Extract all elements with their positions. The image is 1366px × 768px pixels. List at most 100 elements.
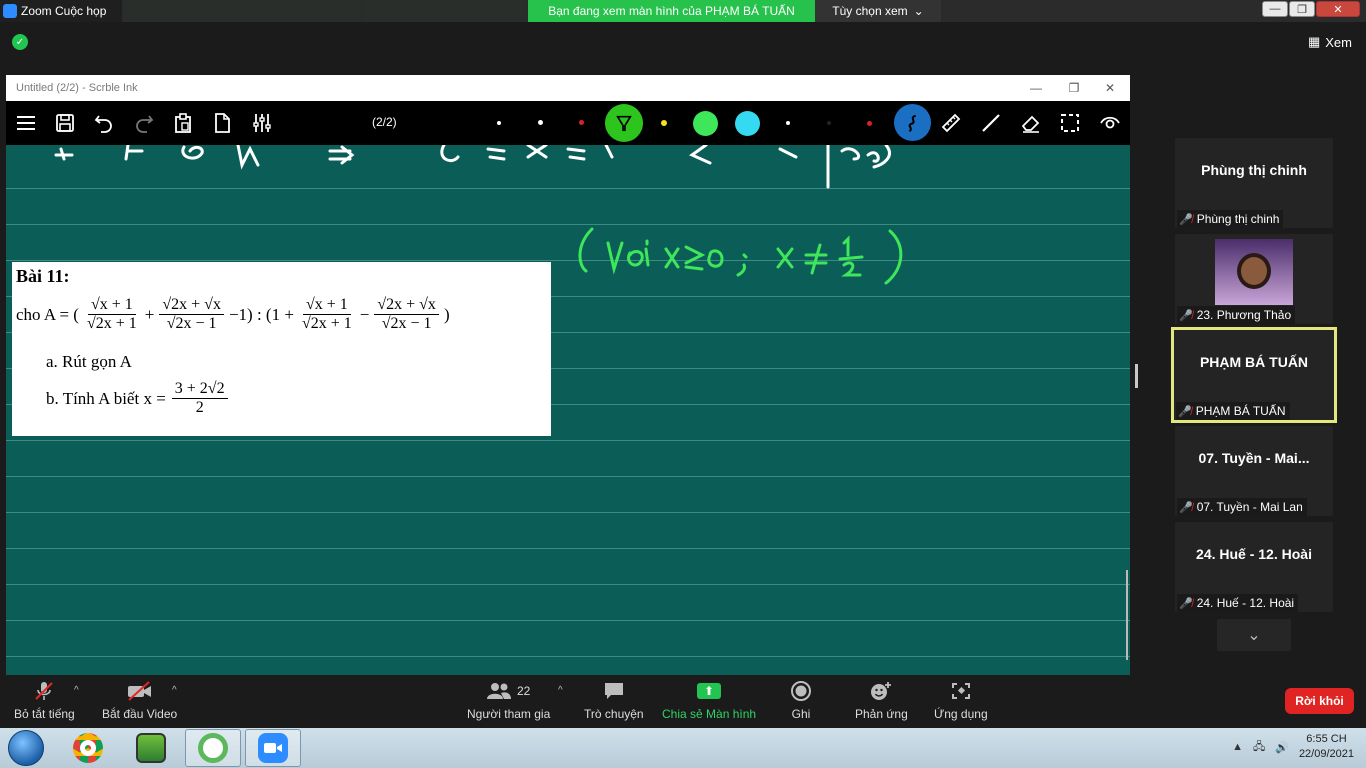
taskbar-chrome[interactable] <box>60 729 116 767</box>
view-button[interactable]: ▦ Xem <box>1308 34 1352 50</box>
pen-color-yellow[interactable] <box>661 120 667 126</box>
share-screen-label: Chia sẻ Màn hình <box>662 707 757 721</box>
chevron-down-icon: ⌄ <box>913 4 924 18</box>
pen-size-dot[interactable] <box>538 120 543 125</box>
participants-icon: 22 <box>486 681 530 701</box>
participants-options-caret[interactable]: ^ <box>558 685 563 696</box>
fraction-denominator: √2x + 1 <box>86 315 137 333</box>
participant-tile[interactable]: 🎤̸ 23. Phương Thảo <box>1175 234 1333 324</box>
pen-color-cyan[interactable] <box>735 111 760 136</box>
apps-label: Ứng dụng <box>934 707 988 721</box>
pen-size-dot[interactable] <box>497 121 501 125</box>
participants-button[interactable]: 22 Người tham gia <box>467 681 550 721</box>
mic-muted-icon: 🎤̸ <box>1179 309 1193 322</box>
undo-button[interactable] <box>90 109 118 137</box>
menu-button[interactable] <box>12 109 40 137</box>
clock[interactable]: 6:55 CH 22/09/2021 <box>1299 732 1354 763</box>
pen-color-black[interactable] <box>827 121 831 125</box>
unmute-button[interactable]: Bỏ tắt tiếng <box>14 681 75 721</box>
video-off-icon <box>127 681 153 701</box>
zoom-icon <box>258 733 288 763</box>
mic-options-caret[interactable]: ^ <box>74 685 79 696</box>
handwriting-top-line <box>54 145 891 189</box>
problem-image: Bài 11: cho A = ( √x + 1 √2x + 1 + √2x +… <box>12 262 551 436</box>
security-shield-icon[interactable]: ✓ <box>12 34 28 50</box>
settings-button[interactable] <box>248 109 276 137</box>
page-icon <box>215 113 230 133</box>
zoom-app-icon <box>3 4 17 18</box>
meeting-controls: Bỏ tắt tiếng ^ Bắt đầu Video ^ 22 Người … <box>0 675 1366 728</box>
background-tab <box>124 0 360 22</box>
reactions-label: Phản ứng <box>855 707 908 721</box>
reactions-button[interactable]: Phản ứng <box>855 681 908 721</box>
system-tray: ▲ 🖧 🔊 6:55 CH 22/09/2021 <box>1232 732 1354 763</box>
chrome-icon <box>73 733 103 763</box>
share-screen-button[interactable]: ⬆ Chia sẻ Màn hình <box>662 681 756 721</box>
zoom-title-bar: Zoom Cuộc họp Bạn đang xem màn hình của … <box>0 0 1366 22</box>
pen-color-red[interactable] <box>579 120 584 125</box>
start-button[interactable] <box>8 730 44 766</box>
scrble-minimize-button[interactable]: — <box>1018 75 1054 101</box>
scrble-window-title: Untitled (2/2) - Scrble Ink <box>16 82 138 94</box>
new-page-button[interactable] <box>208 109 236 137</box>
line-icon <box>982 114 1000 132</box>
select-button[interactable] <box>1056 109 1084 137</box>
taskbar-game[interactable] <box>123 729 179 767</box>
pen-stroke-icon <box>908 114 916 132</box>
highlighter-tool[interactable] <box>605 104 643 142</box>
ink-canvas[interactable]: Bài 11: cho A = ( √x + 1 √2x + 1 + √2x +… <box>6 145 1130 675</box>
scrble-maximize-button[interactable]: ❐ <box>1056 75 1092 101</box>
participant-display-name: 24. Huế - 12. Hoài <box>1196 546 1312 562</box>
start-video-button[interactable]: Bắt đầu Video <box>102 681 177 721</box>
redo-button[interactable] <box>130 109 158 137</box>
taskbar-zoom[interactable] <box>245 729 301 767</box>
view-mode-button[interactable] <box>1096 109 1124 137</box>
participant-tile-active-speaker[interactable]: PHẠM BÁ TUẤN 🎤̸ PHẠM BÁ TUẤN <box>1171 327 1337 423</box>
pen-tool[interactable] <box>894 104 931 141</box>
pen-color-white[interactable] <box>786 121 790 125</box>
participant-label: 🎤̸ 23. Phương Thảo <box>1177 306 1296 324</box>
taskbar-coccoc[interactable] <box>185 729 241 767</box>
mic-muted-icon: 🎤̸ <box>1179 597 1193 610</box>
network-icon[interactable]: 🖧 <box>1253 738 1265 757</box>
volume-icon[interactable]: 🔊 <box>1275 741 1289 754</box>
sliders-icon <box>253 114 271 132</box>
participant-label: 🎤̸ PHẠM BÁ TUẤN <box>1176 402 1290 420</box>
minimize-button[interactable]: — <box>1262 1 1288 17</box>
scrble-toolbar: (2/2) <box>6 101 1130 145</box>
participant-tile[interactable]: 24. Huế - 12. Hoài 🎤̸ 24. Huế - 12. Hoài <box>1175 522 1333 612</box>
participant-label: 🎤̸ Phùng thị chinh <box>1177 210 1284 228</box>
participant-tile[interactable]: 07. Tuyền - Mai... 🎤̸ 07. Tuyền - Mai La… <box>1175 426 1333 516</box>
record-icon <box>790 681 812 701</box>
canvas-scrollbar[interactable] <box>1126 570 1128 660</box>
background-tab <box>364 0 526 22</box>
record-button[interactable]: Ghi <box>790 681 812 721</box>
pen-color-green[interactable] <box>693 111 718 136</box>
scrble-close-button[interactable]: ✕ <box>1092 75 1128 101</box>
clipboard-icon <box>175 113 191 133</box>
smile-plus-icon <box>869 681 893 701</box>
split-handle[interactable] <box>1135 364 1138 388</box>
video-options-caret[interactable]: ^ <box>172 685 177 696</box>
apps-button[interactable]: Ứng dụng <box>934 681 988 721</box>
maximize-button[interactable]: ❐ <box>1289 1 1315 17</box>
gallery-scroll-down-button[interactable]: ⌄ <box>1217 619 1291 651</box>
pen-color-red-2[interactable] <box>867 121 872 126</box>
save-button[interactable] <box>51 109 79 137</box>
participant-tile[interactable]: Phùng thị chinh 🎤̸ Phùng thị chinh <box>1175 138 1333 228</box>
eraser-button[interactable] <box>1017 109 1045 137</box>
page-indicator: (2/2) <box>372 115 397 129</box>
participant-label-text: 23. Phương Thảo <box>1196 308 1292 322</box>
paste-button[interactable] <box>169 109 197 137</box>
ruler-button[interactable] <box>937 109 965 137</box>
problem-part-b: b. Tính A biết x = 3 + 2√2 2 <box>46 380 230 418</box>
close-button[interactable]: ✕ <box>1316 1 1360 17</box>
tray-expand-icon[interactable]: ▲ <box>1232 741 1243 753</box>
minus-sign: − <box>359 304 370 324</box>
fraction-denominator: √2x + 1 <box>301 315 352 333</box>
leave-meeting-button[interactable]: Rời khỏi <box>1285 688 1354 714</box>
highlighter-icon <box>616 115 632 132</box>
line-tool-button[interactable] <box>977 109 1005 137</box>
view-options-button[interactable]: Tùy chọn xem ⌄ <box>815 0 941 22</box>
chat-button[interactable]: Trò chuyện <box>584 681 644 721</box>
